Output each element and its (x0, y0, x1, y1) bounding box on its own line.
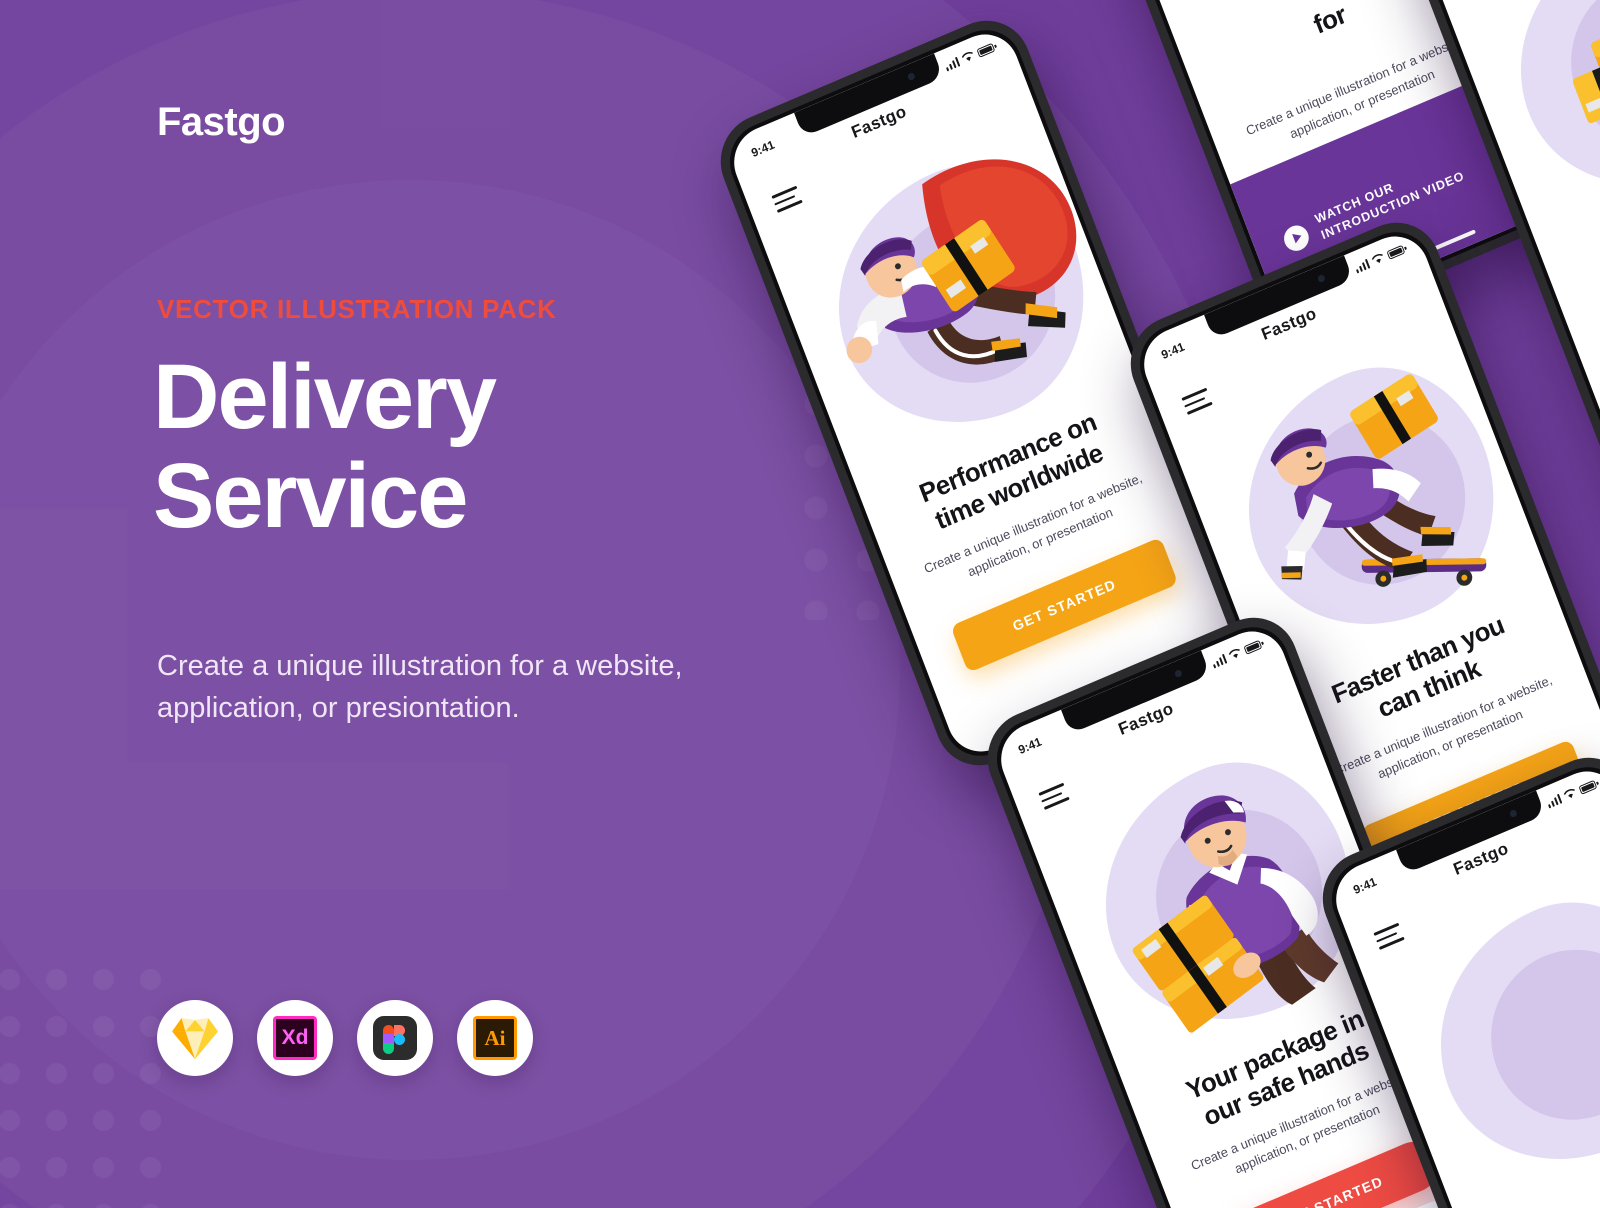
headline-line-1: Delivery (153, 346, 497, 448)
menu-icon[interactable] (1181, 387, 1214, 420)
cellular-bars-icon (1353, 258, 1371, 274)
tool-badge-list: Xd Ai (157, 1000, 533, 1076)
cellular-bars-icon (1545, 793, 1563, 809)
wifi-icon (1563, 789, 1575, 799)
play-icon (1280, 221, 1313, 255)
xd-icon: Xd (273, 1016, 317, 1060)
figma-badge[interactable] (357, 1000, 433, 1076)
wifi-icon (1371, 254, 1383, 264)
adobe-xd-badge[interactable]: Xd (257, 1000, 333, 1076)
brand-logo: Fastgo (157, 100, 286, 144)
ai-icon: Ai (473, 1016, 517, 1060)
battery-icon (1386, 244, 1406, 260)
wifi-icon (1228, 649, 1240, 659)
hero-subcopy: Create a unique illustration for a websi… (157, 650, 683, 725)
figma-icon (373, 1016, 417, 1060)
adobe-illustrator-badge[interactable]: Ai (457, 1000, 533, 1076)
menu-icon[interactable] (1373, 922, 1406, 955)
battery-icon (976, 42, 996, 58)
headline-line-2: Service (153, 445, 468, 548)
sketch-icon (172, 1017, 218, 1059)
sketch-badge[interactable] (157, 1000, 233, 1076)
cellular-bars-icon (1210, 653, 1228, 669)
cellular-bars-icon (943, 56, 961, 72)
battery-icon (1243, 639, 1263, 655)
hero-eyebrow: VECTOR ILLUSTRATION PACK (157, 294, 557, 324)
page-title: Delivery Service (153, 346, 753, 548)
battery-icon (1578, 779, 1598, 795)
wifi-icon (961, 52, 973, 62)
menu-icon[interactable] (1038, 782, 1071, 815)
